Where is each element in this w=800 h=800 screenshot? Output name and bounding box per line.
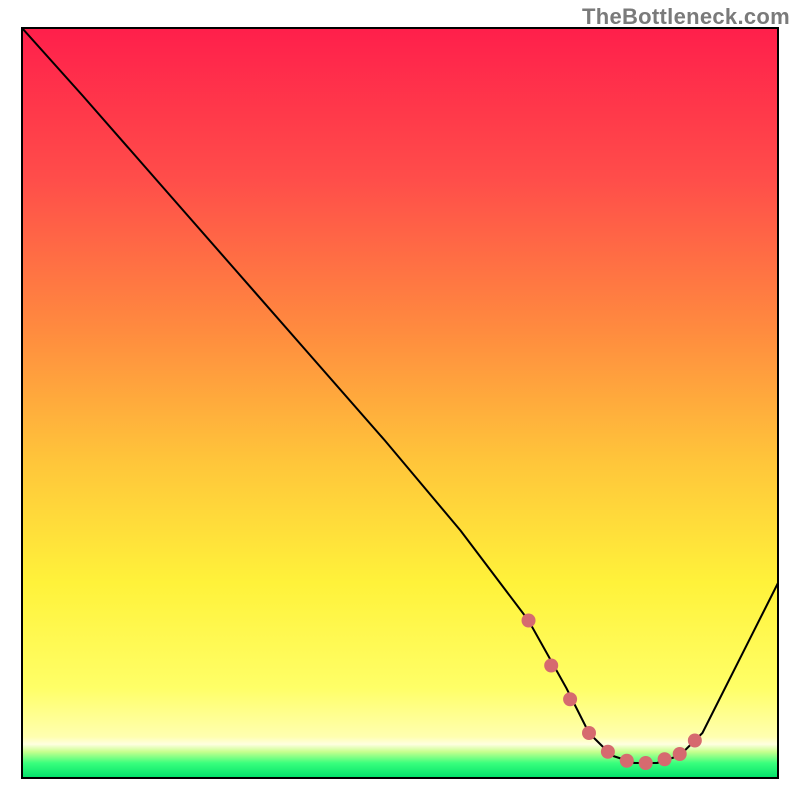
highlight-dot <box>673 747 687 761</box>
highlight-dot <box>522 614 536 628</box>
highlight-dot <box>658 752 672 766</box>
highlight-dot <box>563 692 577 706</box>
chart-svg <box>0 0 800 800</box>
highlight-dot <box>620 754 634 768</box>
highlight-dot <box>688 734 702 748</box>
gradient-background <box>22 28 778 778</box>
highlight-dot <box>544 659 558 673</box>
highlight-dot <box>639 756 653 770</box>
highlight-dot <box>601 745 615 759</box>
highlight-dot <box>582 726 596 740</box>
bottleneck-chart: TheBottleneck.com <box>0 0 800 800</box>
watermark-text: TheBottleneck.com <box>582 4 790 30</box>
